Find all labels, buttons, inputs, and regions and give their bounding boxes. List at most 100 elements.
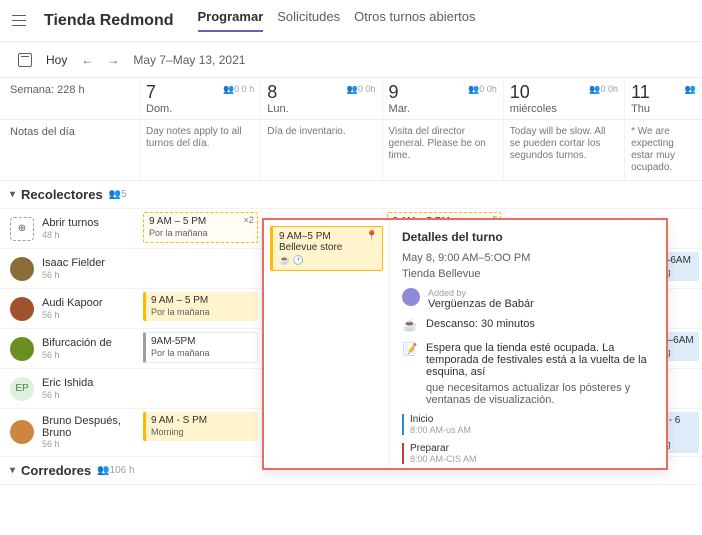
shift-label: Morning [151,427,253,438]
day-note[interactable]: Day notes apply to all turnos del día. [140,120,261,180]
people-count-icon: 👥0 0 h [223,84,254,95]
day-header[interactable]: 9 👥0 0h Mar. [383,78,504,119]
pin-icon: 📍 [366,231,378,242]
day-note[interactable]: Día de inventario. [261,120,382,180]
tab-solicitudes[interactable]: Solicitudes [277,9,340,32]
person-hours: 56 h [42,439,130,449]
chevron-down-icon: ▾ [10,189,15,200]
person-name: Bruno Después, Bruno [42,415,130,439]
next-arrow-icon[interactable]: → [107,53,119,67]
prev-arrow-icon[interactable]: ← [81,53,93,67]
shift-cell[interactable]: 9 AM – 5 PMPor la mañana [140,289,262,328]
person-hours: 56 h [42,270,105,280]
shift-details-popover: 9 AM–5 PM Bellevue store 📍 ☕ 🕐 Detalles … [262,218,668,470]
popover-break: ☕ Descanso: 30 minutos [402,318,654,334]
person-name: Isaac Fielder [42,257,105,269]
person-name: Audi Kapoor [42,297,103,309]
person-name: Eric Ishida [42,377,93,389]
popover-store: Tienda Bellevue [402,268,654,280]
avatar [10,337,34,361]
activity-name: Inicio [410,414,654,425]
chevron-down-icon: ▾ [10,465,15,476]
day-name: Mar. [389,103,497,115]
day-name: Thu [631,103,696,115]
day-number: 9 [389,82,399,102]
shift-cell[interactable]: 9 AM - S PMMorning [140,409,262,456]
selected-shift-label: Bellevue store [279,242,376,253]
person-side[interactable]: Bruno Después, Bruno56 h [0,409,140,456]
note-icon: 📝 [402,342,418,358]
person-hours: 56 h [42,310,103,320]
day-number: 10 [510,82,530,102]
selected-shift-card[interactable]: 9 AM–5 PM Bellevue store 📍 ☕ 🕐 [270,226,383,271]
day-header[interactable]: 7 👥0 0 h Dom. [140,78,261,119]
day-note[interactable]: * We are expecting estar muy ocupado. [625,120,702,180]
person-hours: 48 h [42,230,99,240]
tab-otros[interactable]: Otros turnos abiertos [354,9,475,32]
group-count: 👥106 h [97,465,134,476]
avatar-icon [402,288,420,306]
shift-multiplier: ×2 [244,215,254,226]
toolbar: Hoy ← → May 7–May 13, 2021 [0,42,702,78]
break-text: Descanso: 30 minutos [426,318,535,330]
shift-cell[interactable]: 9AM-5PMPor la mañana [140,329,262,368]
note-text: Espera que la tienda esté ocupada. La te… [426,342,654,378]
note-text-2: que necesitamos actualizar los pósteres … [426,382,654,406]
shift-label: Por la mañana [151,348,252,359]
person-side[interactable]: Isaac Fielder56 h [0,249,140,288]
day-header[interactable]: 10 👥0 0h miércoles [504,78,625,119]
person-side[interactable]: EPEric Ishida56 h [0,369,140,408]
person-side[interactable]: Audi Kapoor56 h [0,289,140,328]
shift-card[interactable]: 9AM-5PMPor la mañana [143,332,258,363]
shift-card[interactable]: 9 AM - S PMMorning [143,412,258,441]
person-name: Bifurcación de [42,337,112,349]
shift-card[interactable]: 9 AM – 5 PMPor la mañana ×2 [143,212,258,243]
selected-shift-time: 9 AM–5 PM [279,231,376,242]
notes-label: Notas del día [0,120,140,180]
day-number: 7 [146,82,156,102]
day-header[interactable]: 11 👥 Thu [625,78,702,119]
hamburger-icon[interactable] [12,13,28,29]
activity-time: 8:00 AM-us AM [410,425,654,435]
day-note[interactable]: Today will be slow. All se pueden cortar… [504,120,625,180]
store-title: Tienda Redmond [44,12,174,30]
group-header[interactable]: ▾ Recolectores 👥5 [0,181,702,209]
topbar: Tienda Redmond Programar Solicitudes Otr… [0,0,702,42]
added-by-name: Vergüenzas de Babár [428,298,534,310]
open-shift-icon: ⊕ [10,217,34,241]
popover-selected-shift: 9 AM–5 PM Bellevue store 📍 ☕ 🕐 [264,220,390,468]
shift-cell[interactable] [140,249,262,288]
calendar-icon[interactable] [18,53,32,67]
popover-note: 📝 Espera que la tienda esté ocupada. La … [402,342,654,378]
shift-cell[interactable]: 9 AM – 5 PMPor la mañana ×2 [140,209,262,248]
person-side[interactable]: ⊕ Abrir turnos48 h [0,209,140,248]
popover-date: May 8, 9:00 AM–5:OO PM [402,252,654,264]
week-summary: Semana: 228 h [0,78,140,119]
shift-card[interactable]: 9 AM – 5 PMPor la mañana [143,292,258,321]
shift-time: 9 AM – 5 PM [151,295,253,307]
day-note[interactable]: Visita del director general. Please be o… [383,120,504,180]
activity-name: Preparar [410,443,654,454]
people-count-icon: 👥0 0h [468,84,497,95]
coffee-icon: ☕ [402,318,418,334]
person-name: Abrir turnos [42,217,99,229]
shift-time: 9 AM – 5 PM [149,216,252,228]
popover-added-by: Added by Vergüenzas de Babár [402,288,654,310]
people-count-icon: 👥0 0h [589,84,618,95]
person-hours: 56 h [42,350,112,360]
shift-mini-icons: ☕ 🕐 [279,255,376,266]
shift-cell[interactable] [140,369,262,408]
shift-time: 9 AM - S PM [151,415,253,427]
shift-label: Por la mañana [151,307,253,318]
person-side[interactable]: Bifurcación de56 h [0,329,140,368]
day-header[interactable]: 8 👥0 0h Lun. [261,78,382,119]
day-notes-row: Notas del día Day notes apply to all tur… [0,120,702,181]
avatar: EP [10,377,34,401]
tab-programar[interactable]: Programar [198,9,264,32]
shift-time: 9AM-5PM [151,336,252,348]
today-button[interactable]: Hoy [46,53,67,67]
activity-inicio: Inicio 8:00 AM-us AM [402,414,654,435]
group-count: 👥5 [109,189,127,200]
shift-label: Por la mañana [149,228,252,239]
avatar [10,257,34,281]
